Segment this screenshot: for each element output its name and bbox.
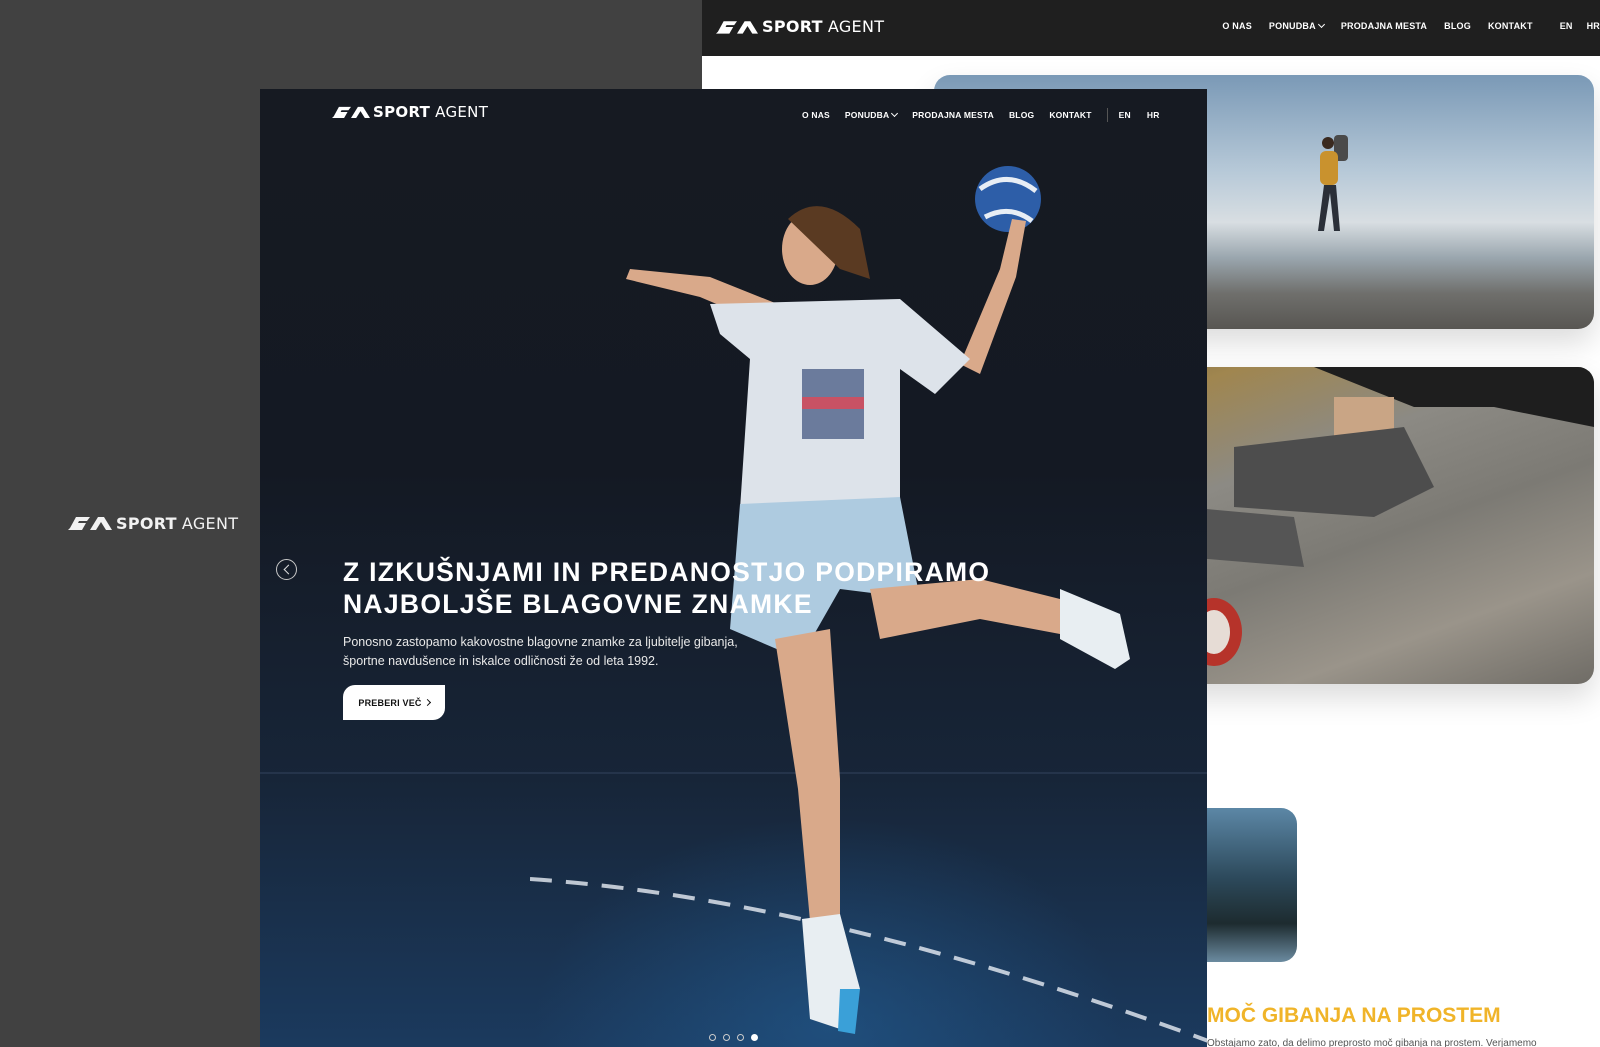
logo-word-agent: AGENT (181, 513, 239, 533)
slider-dot[interactable] (751, 1034, 758, 1041)
sa-logo-mark-icon (68, 517, 112, 530)
lang-hr[interactable]: HR (1147, 110, 1160, 120)
logo-word-agent: AGENT (827, 17, 885, 36)
nav-item-ponudba[interactable]: PONUDBA (1268, 20, 1325, 31)
slider-prev-arrow-icon[interactable] (276, 559, 297, 580)
slider-dot[interactable] (709, 1034, 716, 1041)
nav-item-kontakt[interactable]: KONTAKT (1488, 21, 1533, 31)
section-text: Obstajamo zato, da delimo preprosto moč … (1207, 1038, 1537, 1047)
lang-en[interactable]: EN (1119, 110, 1131, 120)
chevron-down-icon (1317, 20, 1325, 29)
read-more-label: PREBERI VEČ (358, 697, 422, 708)
slider-dot[interactable] (737, 1034, 744, 1041)
logo-word-sport: SPORT (762, 17, 823, 36)
back-site-header: SPORT AGENT O NAS PONUDBA PRODAJNA MESTA… (702, 0, 1600, 56)
nav-divider (1106, 108, 1108, 122)
hero-site-logo[interactable]: SPORT AGENT (332, 103, 488, 121)
chevron-right-icon (423, 698, 431, 707)
lang-hr[interactable]: HR (1587, 21, 1600, 31)
section-heading: MOČ GIBANJA NA PROSTEM (1207, 1004, 1501, 1027)
nav-item-ponudba[interactable]: PONUDBA (844, 109, 899, 120)
logo-word-sport: SPORT (116, 513, 177, 533)
slider-dot[interactable] (723, 1034, 730, 1041)
back-main-nav: O NAS PONUDBA PRODAJNA MESTA BLOG KONTAK… (1205, 20, 1600, 31)
hero-heading-line-2: NAJBOLJŠE BLAGOVNE ZNAMKE (343, 589, 813, 619)
nav-item-label: PONUDBA (844, 110, 890, 120)
sa-logo-mark-icon (716, 20, 758, 34)
nav-item-label: PONUDBA (1268, 21, 1316, 31)
back-site-logo[interactable]: SPORT AGENT (716, 17, 884, 36)
chevron-down-icon (891, 109, 899, 118)
nav-item-prodajna-mesta[interactable]: PRODAJNA MESTA (912, 110, 994, 120)
hero-browser-window: SPORT AGENT O NAS PONUDBA PRODAJNA MESTA… (260, 89, 1207, 1047)
lang-en[interactable]: EN (1560, 21, 1573, 31)
hiker-figure (1318, 135, 1348, 231)
read-more-button[interactable]: PREBERI VEČ (343, 685, 445, 720)
nav-item-prodajna-mesta[interactable]: PRODAJNA MESTA (1341, 21, 1427, 31)
hero-subtitle-line-2: športne navdušence in iskalce odličnosti… (343, 654, 659, 668)
hero-subtitle: Ponosno zastopamo kakovostne blagovne zn… (343, 633, 738, 671)
nav-item-o-nas[interactable]: O NAS (1222, 21, 1252, 31)
hero-subtitle-line-1: Ponosno zastopamo kakovostne blagovne zn… (343, 635, 738, 649)
logo-word-agent: AGENT (435, 103, 489, 121)
nav-item-blog[interactable]: BLOG (1444, 21, 1471, 31)
nav-item-o-nas[interactable]: O NAS (802, 110, 830, 120)
sa-logo-mark-icon (332, 106, 370, 119)
logo-word-sport: SPORT (373, 103, 431, 121)
hero-heading-line-1: Z IZKUŠNJAMI IN PREDANOSTJO PODPIRAMO (343, 557, 991, 587)
nav-item-blog[interactable]: BLOG (1009, 110, 1034, 120)
nav-item-kontakt[interactable]: KONTAKT (1049, 110, 1091, 120)
hero-main-nav: O NAS PONUDBA PRODAJNA MESTA BLOG KONTAK… (802, 108, 1176, 122)
background-logo: SPORT AGENT (68, 512, 238, 534)
slider-dots (709, 1034, 758, 1041)
hero-heading: Z IZKUŠNJAMI IN PREDANOSTJO PODPIRAMO NA… (343, 556, 990, 620)
